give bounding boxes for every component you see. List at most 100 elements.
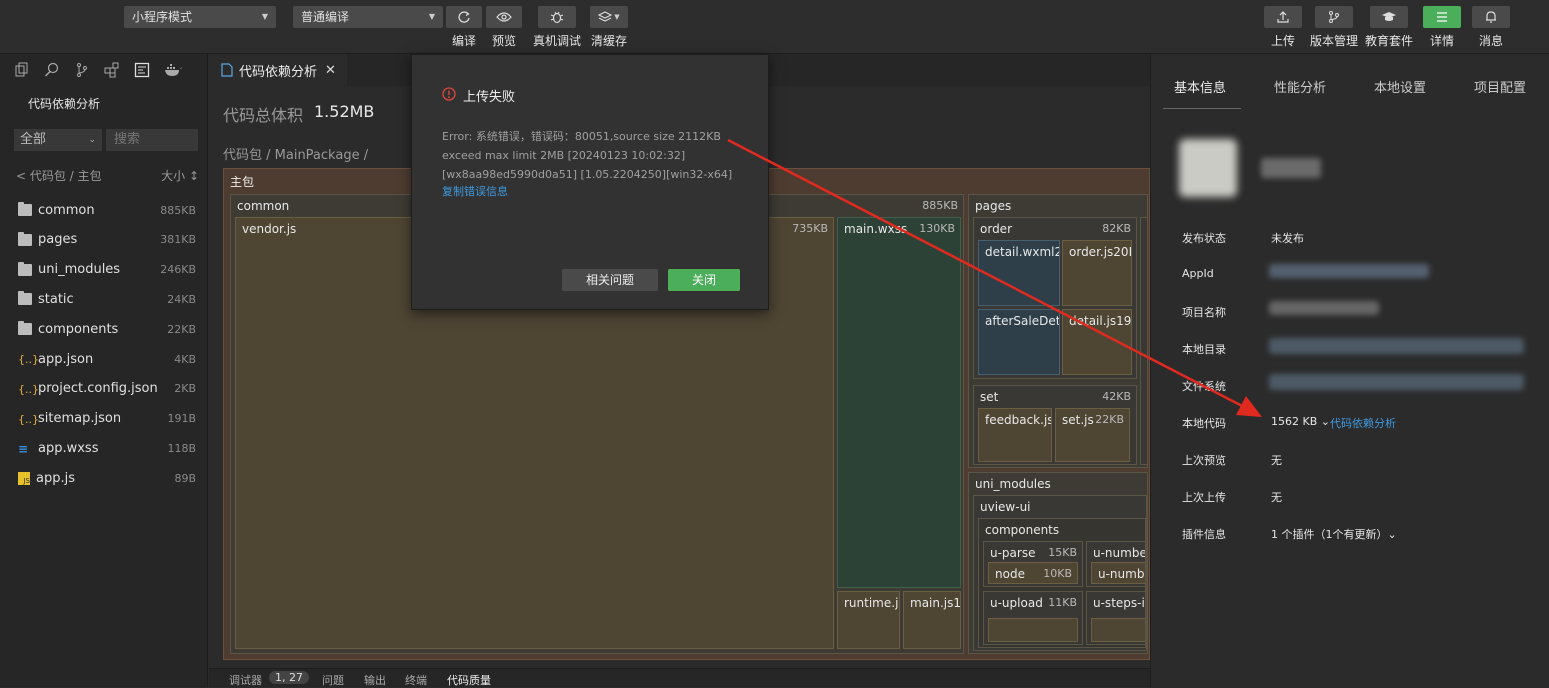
tab-project-config[interactable]: 项目配置 xyxy=(1474,77,1526,96)
tab-output[interactable]: 输出 xyxy=(364,672,386,688)
tree-item-static[interactable]: static 24KB xyxy=(0,284,208,314)
tab-basic-info[interactable]: 基本信息 xyxy=(1174,77,1226,96)
treemap-u-upload[interactable]: u-upload 11KB xyxy=(983,591,1083,645)
treemap-main-js[interactable]: main.js10 xyxy=(903,591,961,649)
treemap-runtime-js[interactable]: runtime.js1 xyxy=(837,591,900,649)
treemap-detail-wxml[interactable]: detail.wxml23l xyxy=(978,240,1060,306)
tree-item-size: 4KB xyxy=(174,352,196,366)
node-size: 10KB xyxy=(1043,567,1072,580)
tree-item-size: 118B xyxy=(167,441,196,455)
messages-button[interactable] xyxy=(1472,6,1510,28)
treemap-after-sale-detail[interactable]: afterSaleDetail xyxy=(978,309,1060,375)
tree-item-app-wxss[interactable]: ≡ app.wxss 118B xyxy=(0,433,208,463)
treemap-order[interactable]: order 82KB detail.wxml23l order.js20KI a… xyxy=(973,217,1137,379)
tree-item-sitemap-json[interactable]: {..} sitemap.json 191B xyxy=(0,404,208,434)
mode-select[interactable]: 小程序模式 ▼ xyxy=(124,6,276,28)
close-icon[interactable]: ✕ xyxy=(325,63,336,78)
compile-button[interactable] xyxy=(446,6,482,28)
chevron-down-icon: ▼ xyxy=(614,13,620,21)
treemap-components[interactable]: components u-parse 15KB node 10KB u-numb… xyxy=(978,518,1146,648)
tab-code-analysis[interactable]: 代码依赖分析 ✕ xyxy=(209,54,347,86)
treemap-order-js[interactable]: order.js20KI xyxy=(1062,240,1132,306)
code-analysis-icon[interactable] xyxy=(134,62,150,78)
tree-item-app-js[interactable]: JS app.js 89B xyxy=(0,463,208,493)
treemap-u-number[interactable]: u-number- u-numbe xyxy=(1086,541,1145,587)
docker-icon[interactable] xyxy=(164,62,182,78)
tab-code-quality[interactable]: 代码质量 xyxy=(447,672,491,688)
tab-debugger[interactable]: 调试器 xyxy=(229,672,262,688)
treemap-u-steps-child[interactable] xyxy=(1091,618,1145,642)
treemap-pages-more[interactable] xyxy=(1140,217,1147,465)
treemap-set[interactable]: set 42KB feedback.js22 set.js 22KB xyxy=(973,385,1137,465)
compile-label: 编译 xyxy=(451,34,476,48)
related-issues-button[interactable]: 相关问题 xyxy=(562,269,658,291)
info-value-8[interactable]: 1 个插件（1个有更新）⌄ xyxy=(1271,526,1397,542)
node-size: 15KB xyxy=(1048,546,1077,559)
device-debug-button[interactable] xyxy=(538,6,576,28)
info-value-5[interactable]: 1562 KB ⌄ xyxy=(1271,415,1330,428)
details-button[interactable] xyxy=(1423,6,1461,28)
treemap-detail-js[interactable]: detail.js19KI xyxy=(1062,309,1132,375)
tab-terminal[interactable]: 终端 xyxy=(405,672,427,688)
treemap-feedback-js[interactable]: feedback.js22 xyxy=(978,408,1052,462)
node-name: runtime.js1 xyxy=(844,596,899,610)
tree-item-app-json[interactable]: {..} app.json 4KB xyxy=(0,344,208,374)
tree-item-name: common xyxy=(38,202,95,218)
treemap-set-js[interactable]: set.js 22KB xyxy=(1055,408,1130,462)
node-name: set xyxy=(980,390,999,404)
files-icon[interactable] xyxy=(14,62,30,78)
tab-performance[interactable]: 性能分析 xyxy=(1274,77,1326,96)
folder-icon xyxy=(18,231,32,246)
preview-button[interactable] xyxy=(486,6,522,28)
node-size: 22KB xyxy=(1095,413,1124,426)
treemap-pages[interactable]: pages order 82KB detail.wxml23l order.js… xyxy=(968,194,1148,468)
version-button[interactable] xyxy=(1315,6,1353,28)
treemap-uview-ui[interactable]: uview-ui components u-parse 15KB node 10… xyxy=(973,495,1147,651)
tree-item-components[interactable]: components 22KB xyxy=(0,314,208,344)
filter-select[interactable]: 全部 ⌄ xyxy=(14,129,102,151)
tree-item-common[interactable]: common 885KB xyxy=(0,195,208,225)
version-label: 版本管理 xyxy=(1309,34,1358,48)
treemap-node[interactable]: node 10KB xyxy=(988,562,1078,584)
breadcrumb[interactable]: < 代码包 / 主包 xyxy=(16,167,102,184)
node-name: detail.js19KI xyxy=(1069,314,1132,328)
eye-icon xyxy=(496,12,512,22)
sort-toggle[interactable]: 大小 ↕ xyxy=(161,167,199,184)
tab-local-settings[interactable]: 本地设置 xyxy=(1374,77,1426,96)
extensions-icon[interactable] xyxy=(104,62,120,78)
node-name: u-parse xyxy=(990,546,1036,560)
node-name: uni_modules xyxy=(975,477,1051,491)
node-size: 885KB xyxy=(922,199,958,212)
treemap-u-number-child[interactable]: u-numbe xyxy=(1091,562,1145,584)
panel-title: 代码依赖分析 xyxy=(28,97,101,111)
tree-item-name: components xyxy=(38,321,119,337)
treemap-u-steps-item[interactable]: u-steps-ite xyxy=(1086,591,1145,645)
search-icon[interactable] xyxy=(44,62,60,78)
menu-icon xyxy=(1437,12,1447,22)
compile-select[interactable]: 普通编译 ▼ xyxy=(293,6,443,28)
tree-item-name: app.json xyxy=(38,351,94,367)
treemap-uni-modules[interactable]: uni_modules uview-ui components u-parse … xyxy=(968,472,1148,654)
search-input[interactable]: 搜索 xyxy=(106,129,198,151)
tree-item-size: 24KB xyxy=(167,292,196,306)
info-label-0: 发布状态 xyxy=(1182,232,1226,245)
education-button[interactable] xyxy=(1370,6,1408,28)
clear-cache-button[interactable]: ▼ xyxy=(590,6,628,28)
device-debug-label: 真机调试 xyxy=(532,34,581,48)
tree-item-pages[interactable]: pages 381KB xyxy=(0,225,208,255)
upload-label: 上传 xyxy=(1270,34,1295,48)
tab-problems[interactable]: 问题 xyxy=(322,672,344,688)
upload-button[interactable] xyxy=(1264,6,1302,28)
tree-item-project-config-json[interactable]: {..} project.config.json 2KB xyxy=(0,374,208,404)
treemap-u-parse[interactable]: u-parse 15KB node 10KB xyxy=(983,541,1083,587)
treemap-u-upload-child[interactable] xyxy=(988,618,1078,642)
treemap-main-wxss[interactable]: main.wxss 130KB xyxy=(837,217,961,588)
code-analysis-link[interactable]: 代码依赖分析 xyxy=(1330,415,1396,431)
tree-item-size: 246KB xyxy=(160,263,196,277)
tree-item-uni-modules[interactable]: uni_modules 246KB xyxy=(0,255,208,285)
node-name: u-upload xyxy=(990,596,1043,610)
mode-select-value: 小程序模式 xyxy=(132,10,193,24)
copy-error-link[interactable]: 复制错误信息 xyxy=(442,183,508,199)
git-branch-icon[interactable] xyxy=(74,62,90,78)
close-button[interactable]: 关闭 xyxy=(668,269,740,291)
